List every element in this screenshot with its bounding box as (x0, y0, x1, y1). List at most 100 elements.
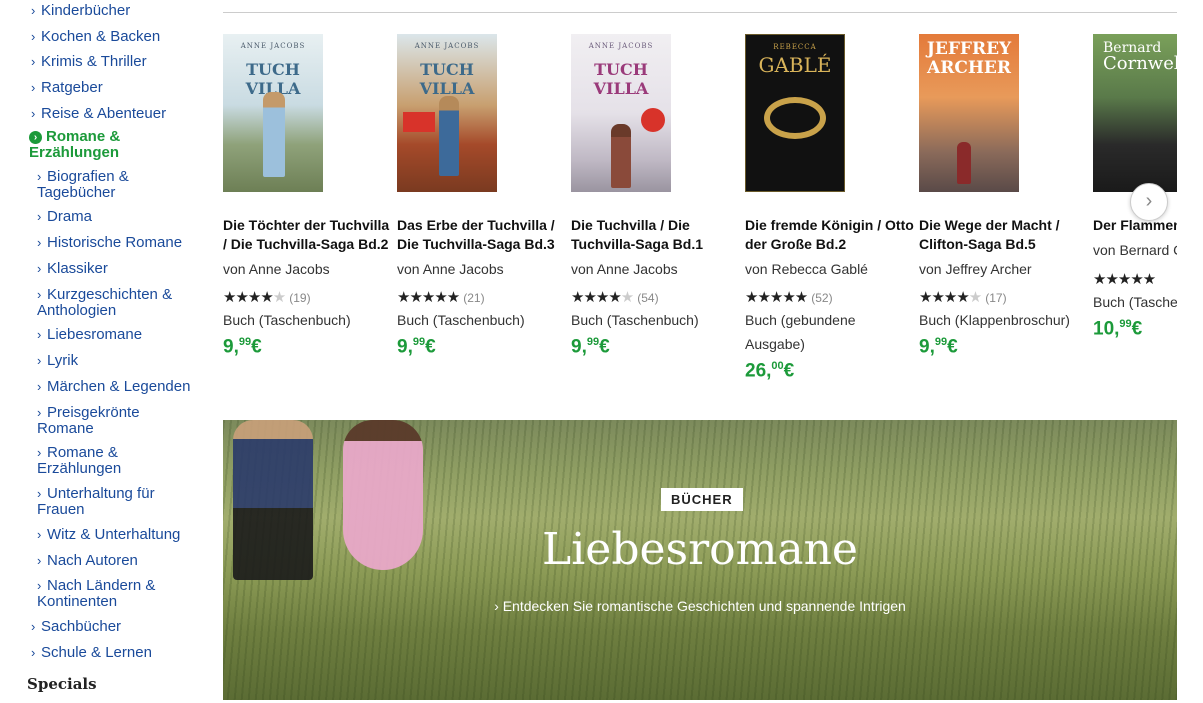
nav-subitem-maerchen[interactable]: › Märchen & Legenden (37, 379, 190, 395)
cover-title-text: BernardCornwell (1103, 40, 1177, 74)
product-format: Buch (Taschenbuch) (223, 312, 351, 328)
product-title[interactable]: Die Tuchvilla / Die Tuchvilla-Saga Bd.1 (571, 216, 743, 254)
product-format: Buch (Taschenbuch) (397, 312, 525, 328)
category-badge: BÜCHER (661, 488, 743, 511)
chevron-right-icon: › (31, 80, 36, 95)
chevron-right-icon: › (37, 445, 42, 460)
nav-subitem-lyrik[interactable]: › Lyrik (37, 353, 78, 369)
nav-subitem-witz[interactable]: › Witz & Unterhaltung (37, 527, 180, 543)
review-count: (21) (463, 291, 485, 305)
cover-title-text: JEFFREY ARCHER (926, 39, 1012, 78)
nav-item-reise-abenteuer[interactable]: › Reise & Abenteuer (31, 106, 166, 122)
nav-item-krimis-thriller[interactable]: › Krimis & Thriller (31, 54, 147, 70)
chevron-right-icon: › (37, 578, 42, 593)
product-title[interactable]: Die Töchter der Tuchvilla / Die Tuchvill… (223, 216, 395, 254)
nav-subitem-preisgekroente[interactable]: › Preisgekrönte Romane (37, 405, 157, 437)
product-author[interactable]: von Anne Jacobs (571, 261, 743, 277)
carousel-next-button[interactable]: › (1130, 183, 1168, 221)
review-count: (19) (289, 291, 311, 305)
chevron-right-icon: › (31, 3, 36, 18)
nav-subitem-biografien[interactable]: › Biografien & Tagebücher (37, 169, 167, 201)
cover-author-text: ANNE JACOBS (240, 42, 306, 50)
chevron-right-icon: › (31, 54, 36, 69)
liebesromane-banner[interactable]: BÜCHER Liebesromane › Entdecken Sie roma… (223, 420, 1177, 700)
chevron-right-icon: › (37, 486, 42, 501)
rating-stars: ★★★★★ (1093, 271, 1156, 288)
product-format: Buch (Taschenbuch) (1093, 294, 1177, 310)
product-title[interactable]: Die fremde Königin / Otto der Große Bd.2 (745, 216, 917, 254)
book-cover-image[interactable]: REBECCA GABLÉ (745, 34, 845, 192)
nav-subitem-liebesromane[interactable]: › Liebesromane (37, 327, 142, 343)
chevron-right-icon: › (37, 405, 42, 420)
chevron-circle-icon: › (29, 131, 42, 144)
product-author[interactable]: von Rebecca Gablé (745, 261, 917, 277)
cover-title-text: TUCH VILLA (593, 60, 649, 98)
book-cover-image[interactable]: JEFFREY ARCHER (919, 34, 1019, 192)
rating-stars: ★★★★★ (17) (919, 289, 1007, 306)
chevron-right-icon: › (37, 527, 42, 542)
chevron-right-icon: › (31, 29, 36, 44)
nav-subitem-unterhaltung-frauen[interactable]: › Unterhaltung für Frauen (37, 486, 167, 518)
product-author[interactable]: von Anne Jacobs (223, 261, 395, 277)
review-count: (54) (637, 291, 659, 305)
category-sidebar: › Kinderbücher › Kochen & Backen › Krimis &… (0, 0, 205, 703)
chevron-right-icon: › (37, 327, 42, 342)
chevron-right-icon: › (37, 261, 42, 276)
nav-subitem-nach-autoren[interactable]: › Nach Autoren (37, 553, 138, 569)
divider (223, 12, 1177, 13)
product-format: Buch (Taschenbuch) (571, 312, 699, 328)
product-format: Buch (Klappenbroschur) (919, 312, 1070, 328)
product-author[interactable]: von Jeffrey Archer (919, 261, 1091, 277)
cover-author-text: ANNE JACOBS (588, 42, 654, 50)
banner-subtitle-link[interactable]: › Entdecken Sie romantische Geschichten … (223, 598, 1177, 614)
product-author[interactable]: von Anne Jacobs (397, 261, 569, 277)
chevron-right-icon: › (1145, 190, 1153, 212)
nav-item-ratgeber[interactable]: › Ratgeber (31, 80, 103, 96)
product-price: 26,00€ (745, 360, 795, 382)
banner-title: Liebesromane (542, 524, 858, 575)
product-price: 10,99€ (1093, 318, 1143, 340)
chevron-right-icon: › (31, 645, 36, 660)
chevron-right-icon: › (37, 379, 42, 394)
review-count: (17) (985, 291, 1007, 305)
book-cover-image[interactable]: ANNE JACOBS TUCH VILLA (571, 34, 671, 192)
nav-item-romane-erzaehlungen-active[interactable]: › Romane & Erzählungen (29, 129, 169, 161)
review-count: (52) (811, 291, 833, 305)
nav-subitem-klassiker[interactable]: › Klassiker (37, 261, 108, 277)
nav-item-kochen-backen[interactable]: › Kochen & Backen (31, 29, 160, 45)
book-cover-image[interactable]: ANNE JACOBS TUCH VILLA (223, 34, 323, 192)
nav-item-kinderbuecher[interactable]: › Kinderbücher (31, 3, 130, 19)
cover-figure (263, 92, 285, 177)
cover-figure (611, 124, 631, 188)
nav-subitem-nach-laendern[interactable]: › Nach Ländern & Kontinenten (37, 578, 167, 610)
nav-subitem-kurzgeschichten[interactable]: › Kurzgeschichten & Anthologien (37, 287, 182, 319)
rating-stars: ★★★★★ (21) (397, 289, 485, 306)
specials-heading: Specials (27, 675, 97, 693)
chevron-right-icon: › (31, 106, 36, 121)
product-price: 9,99€ (571, 336, 610, 358)
rating-stars: ★★★★★ (54) (571, 289, 659, 306)
product-title[interactable]: Das Erbe der Tuchvilla / Die Tuchvilla-S… (397, 216, 569, 254)
nav-subitem-drama[interactable]: › Drama (37, 209, 92, 225)
chevron-right-icon: › (37, 169, 42, 184)
product-title[interactable]: Die Wege der Macht / Clifton-Saga Bd.5 (919, 216, 1091, 254)
chevron-right-icon: › (31, 619, 36, 634)
cover-figure (439, 96, 459, 176)
product-author[interactable]: von Bernard Cornwell (1093, 242, 1177, 258)
product-price: 9,99€ (397, 336, 436, 358)
book-cover-image[interactable]: BernardCornwell (1093, 34, 1177, 192)
product-price: 9,99€ (919, 336, 958, 358)
product-format: Buch (gebundene Ausgabe) (745, 312, 856, 352)
book-cover-image[interactable]: ANNE JACOBS TUCH VILLA (397, 34, 497, 192)
product-title[interactable]: Der Flammenträger (1093, 216, 1177, 235)
nav-subitem-historische-romane[interactable]: › Historische Romane (37, 235, 182, 251)
nav-item-schule-lernen[interactable]: › Schule & Lernen (31, 645, 152, 661)
nav-subitem-romane-erzaehlungen[interactable]: › Romane & Erzählungen (37, 445, 157, 477)
cover-author-text: REBECCA (773, 43, 817, 51)
cover-author-text: ANNE JACOBS (414, 42, 480, 50)
chevron-right-icon: › (37, 209, 42, 224)
spiegel-bestseller-sticker (403, 112, 435, 132)
nav-item-sachbuecher[interactable]: › Sachbücher (31, 619, 121, 635)
cover-crown-ring (764, 97, 826, 139)
spiegel-bestseller-sticker (641, 108, 665, 132)
